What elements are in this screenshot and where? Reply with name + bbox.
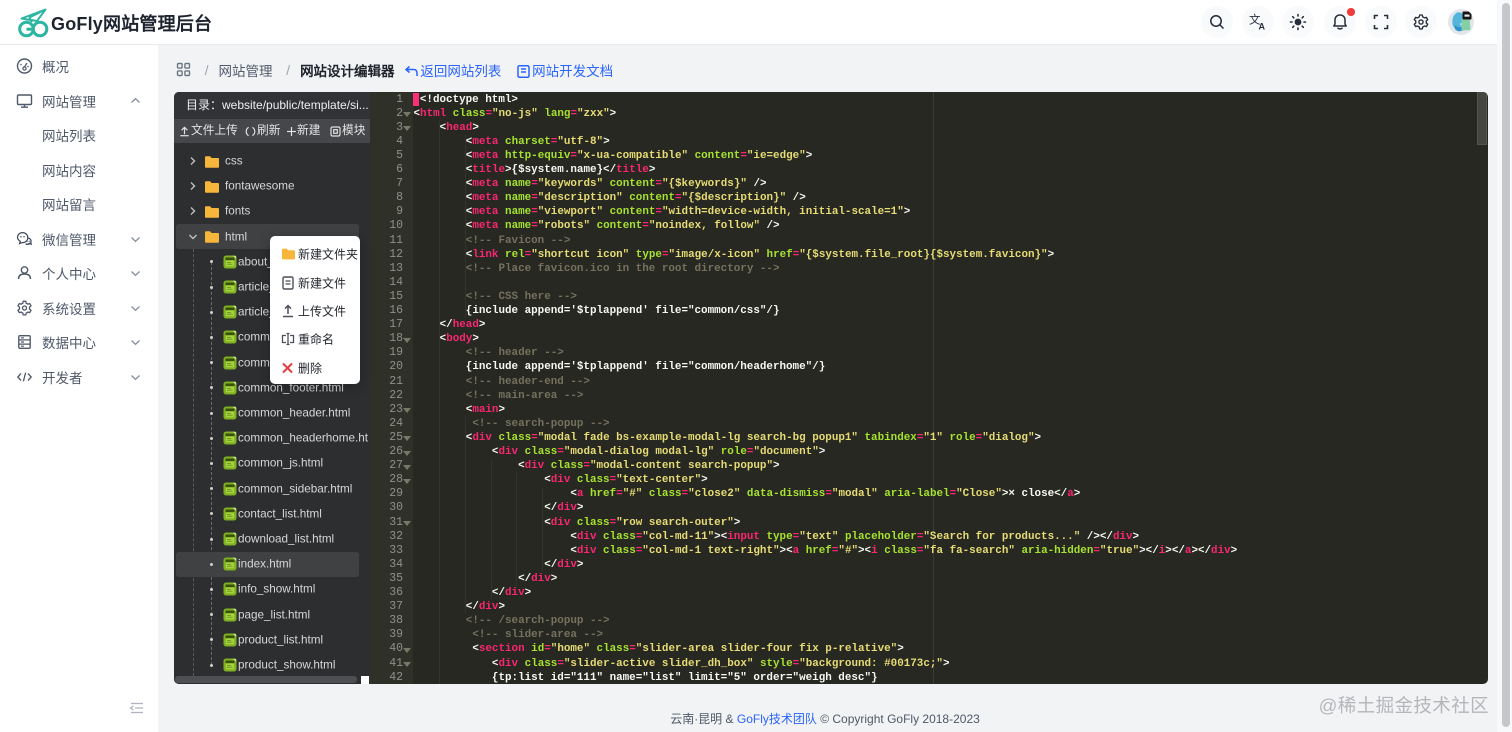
svg-text:A: A [1259,22,1266,32]
